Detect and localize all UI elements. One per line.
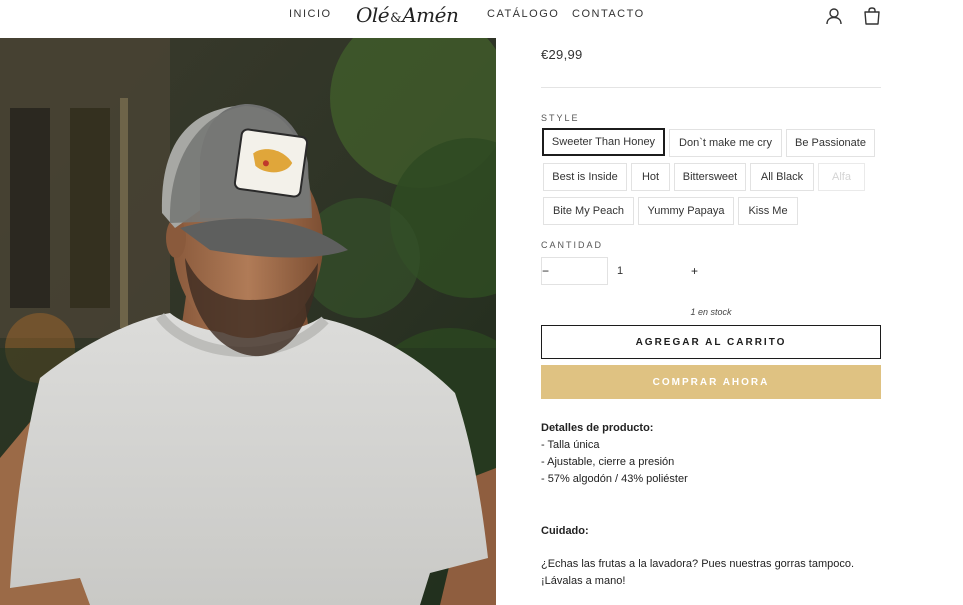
- logo-ampersand: &: [390, 11, 402, 26]
- quantity-increment-button[interactable]: +: [691, 258, 698, 284]
- style-option-be-passionate[interactable]: Be Passionate: [786, 129, 875, 157]
- style-option-hot[interactable]: Hot: [631, 163, 670, 191]
- style-option-dont-make-me-cry[interactable]: Don`t make me cry: [669, 129, 782, 157]
- details-line: - Talla única: [541, 439, 600, 451]
- details-line: - 57% algodón / 43% poliéster: [541, 473, 688, 485]
- site-header: INICIO Olé&Amén CATÁLOGO CONTACTO: [0, 0, 963, 34]
- style-option-bite-my-peach[interactable]: Bite My Peach: [543, 197, 634, 225]
- quantity-decrement-button[interactable]: −: [542, 258, 549, 284]
- style-option-kiss-me[interactable]: Kiss Me: [738, 197, 798, 225]
- account-icon[interactable]: [824, 6, 844, 26]
- details-title: Detalles de producto:: [541, 422, 654, 434]
- nav-catalogo[interactable]: CATÁLOGO: [487, 8, 559, 20]
- care-line: ¡Lávalas a mano!: [541, 575, 626, 587]
- details-line: - Ajustable, cierre a presión: [541, 456, 675, 468]
- product-photo[interactable]: [0, 38, 496, 605]
- cart-icon[interactable]: [862, 6, 882, 26]
- style-option-best-is-inside[interactable]: Best is Inside: [543, 163, 627, 191]
- nav-inicio[interactable]: INICIO: [289, 8, 332, 20]
- style-option-sweeter-than-honey[interactable]: Sweeter Than Honey: [542, 128, 665, 156]
- care-line: ¿Echas las frutas a la lavadora? Pues nu…: [541, 558, 855, 570]
- logo-part-1: Olé: [356, 3, 390, 27]
- style-option-alfa[interactable]: Alfa: [818, 163, 865, 191]
- style-option-all-black[interactable]: All Black: [750, 163, 814, 191]
- quantity-stepper: − +: [541, 257, 698, 285]
- style-option-bittersweet[interactable]: Bittersweet: [674, 163, 746, 191]
- nav-contacto[interactable]: CONTACTO: [572, 8, 645, 20]
- add-to-cart-button[interactable]: AGREGAR AL CARRITO: [541, 325, 881, 359]
- product-details: Detalles de producto: - Talla única - Aj…: [541, 420, 688, 488]
- quantity-input[interactable]: [549, 258, 692, 284]
- buy-now-button[interactable]: COMPRAR AHORA: [541, 365, 881, 399]
- stock-status: 1 en stock: [690, 307, 732, 317]
- brand-logo[interactable]: Olé&Amén: [356, 3, 459, 27]
- style-label: STYLE: [541, 113, 580, 123]
- logo-part-2: Amén: [402, 3, 459, 27]
- quantity-label: CANTIDAD: [541, 240, 604, 250]
- product-price: €29,99: [541, 47, 583, 62]
- care-text: ¿Echas las frutas a la lavadora? Pues nu…: [541, 556, 854, 590]
- care-title: Cuidado:: [541, 525, 589, 537]
- style-option-yummy-papaya[interactable]: Yummy Papaya: [638, 197, 734, 225]
- divider: [541, 87, 881, 88]
